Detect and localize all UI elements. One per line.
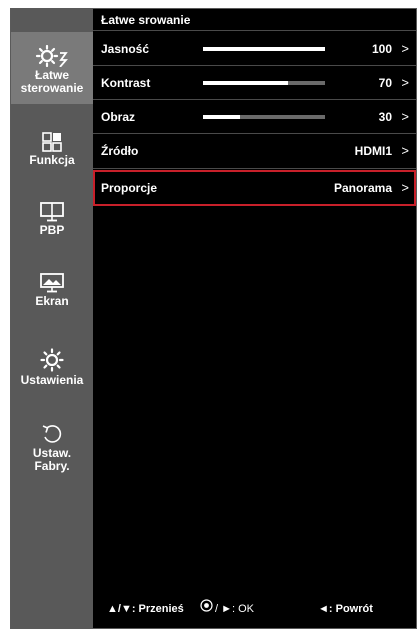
chevron-right-icon: > (401, 143, 409, 158)
picture-slider[interactable] (203, 115, 325, 119)
row-label: Proporcje (101, 181, 158, 195)
sidebar-item-factory-reset[interactable]: Ustaw. Fabry. (11, 423, 93, 473)
row-label: Kontrast (101, 76, 151, 90)
sidebar-label-function: Funkcja (29, 153, 75, 167)
back-hint: ◄: Powrót (318, 603, 373, 615)
picture-slider-fill (203, 115, 240, 119)
footer-hints: ▲/▼: Przenieś / ►: OK ◄: Powrót (93, 599, 416, 619)
row-value: 70 (378, 76, 392, 90)
menu-row-brightness[interactable]: Jasność 100 > (93, 32, 416, 66)
contrast-slider-fill (203, 81, 289, 85)
ok-hint-text: / ►: OK (215, 603, 255, 615)
sidebar-item-screen[interactable]: Ekran (11, 273, 93, 308)
row-value: 100 (371, 42, 392, 56)
pbp-icon (11, 202, 93, 222)
chevron-right-icon: > (401, 75, 409, 90)
sidebar-label-settings: Ustawienia (20, 373, 84, 387)
joystick-press-icon (200, 599, 213, 619)
menu-title: Łatwe srowanie (93, 9, 416, 31)
brightness-slider[interactable] (203, 47, 325, 51)
settings-icon (11, 348, 93, 372)
ok-hint: / ►: OK (200, 599, 254, 619)
menu-row-source[interactable]: Źródło HDMI1 > (93, 134, 416, 169)
row-value: Panorama (333, 181, 392, 195)
row-label: Obraz (101, 110, 136, 124)
function-icon (11, 132, 93, 152)
brightness-slider-fill (203, 47, 325, 51)
sidebar-label-easy-control: Łatwe sterowanie (20, 68, 84, 95)
chevron-right-icon: > (401, 109, 409, 124)
move-hint: ▲/▼: Przenieś (107, 603, 184, 615)
menu-row-picture[interactable]: Obraz 30 > (93, 100, 416, 134)
menu-row-aspect-ratio[interactable]: Proporcje Panorama > (93, 170, 416, 206)
contrast-slider[interactable] (203, 81, 325, 85)
screen-icon (11, 273, 93, 293)
sidebar-label-factory-reset: Ustaw. Fabry. (32, 446, 72, 473)
sidebar-item-pbp[interactable]: PBP (11, 202, 93, 237)
row-value: HDMI1 (354, 144, 392, 158)
sidebar: Łatwe sterowanie Funkcja PBP Ekran Ustaw… (11, 9, 93, 628)
row-value: 30 (378, 110, 392, 124)
sidebar-item-settings[interactable]: Ustawienia (11, 348, 93, 387)
main-panel: Łatwe srowanie Jasność 100 > Kontrast 70… (93, 9, 416, 628)
row-label: Jasność (101, 42, 150, 56)
menu-row-contrast[interactable]: Kontrast 70 > (93, 66, 416, 100)
sidebar-label-screen: Ekran (35, 294, 69, 308)
factory-reset-icon (11, 423, 93, 445)
row-label: Źródło (101, 144, 139, 158)
easy-control-icon (11, 45, 93, 67)
sidebar-item-easy-control[interactable]: Łatwe sterowanie (11, 32, 93, 104)
sidebar-label-pbp: PBP (39, 223, 65, 237)
chevron-right-icon: > (401, 180, 409, 195)
chevron-right-icon: > (401, 41, 409, 56)
osd-menu: Łatwe sterowanie Funkcja PBP Ekran Ustaw… (10, 8, 417, 629)
sidebar-item-function[interactable]: Funkcja (11, 132, 93, 167)
